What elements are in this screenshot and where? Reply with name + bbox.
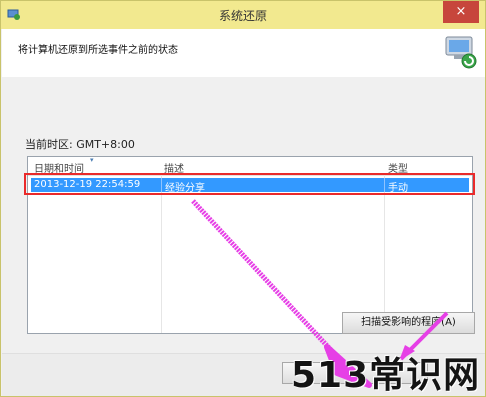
annotation-arrow-icon (191, 199, 449, 388)
site-watermark: 513常识网 (271, 344, 481, 396)
system-restore-window: 系统还原 × 将计算机还原到所选事件之前的状态 当前时区: GMT+8:00 日… (0, 0, 486, 397)
watermark-text: 513常识网 (291, 355, 481, 396)
